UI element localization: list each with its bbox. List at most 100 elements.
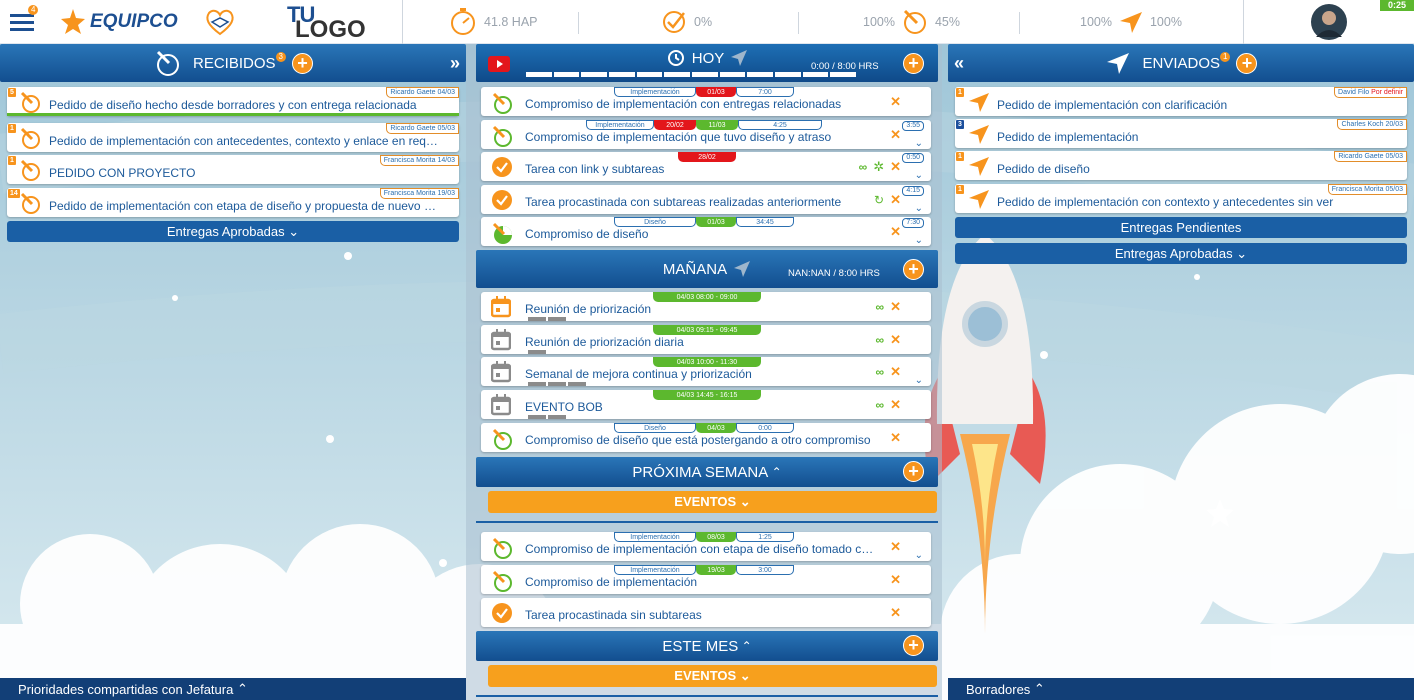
- item-icon-wrap: [491, 91, 515, 118]
- tools-icon[interactable]: ✕: [890, 127, 901, 143]
- enviados-card[interactable]: 3 Charles Koch 20/03 Pedido de implementac…: [955, 119, 1407, 148]
- item-icon: [967, 187, 991, 214]
- tools-icon[interactable]: ✕: [890, 397, 901, 413]
- item-icon-wrap: [491, 536, 515, 563]
- tools-icon[interactable]: ✕: [890, 572, 901, 588]
- enviados-title: ENVIADOS: [1142, 54, 1221, 72]
- link-icon[interactable]: ∞: [876, 365, 885, 379]
- eventos-proxima-button[interactable]: EVENTOS ⌄: [488, 491, 937, 513]
- chevron-down-icon[interactable]: ⌄: [915, 235, 923, 246]
- youtube-icon[interactable]: [488, 56, 510, 74]
- tools-icon[interactable]: ✕: [890, 299, 901, 315]
- recibidos-card[interactable]: 5 Ricardo Gaete 04/03 Pedido de diseño hec…: [7, 87, 459, 116]
- entregas-aprobadas-right[interactable]: Entregas Aprobadas ⌄: [955, 243, 1407, 264]
- add-mes-button[interactable]: +: [903, 635, 924, 656]
- task-card[interactable]: 28/02 Tarea con link y subtareas 0:50 ⌄ ∞ ✲ ✕: [481, 152, 931, 181]
- item-icon: [19, 126, 43, 153]
- task-title: Tarea procastinada con subtareas realiza…: [525, 195, 842, 209]
- brand-logo[interactable]: EQUIPCO: [58, 0, 178, 44]
- count-badge: 1: [8, 156, 16, 165]
- commitment-card[interactable]: Implementación 08/03 1:25 Compromiso de imp…: [481, 532, 931, 561]
- subtask-bars: [528, 317, 566, 321]
- link-icon[interactable]: ∞: [876, 333, 885, 347]
- tools-icon[interactable]: ✕: [890, 94, 901, 110]
- procrastinate-icon[interactable]: ↻: [874, 193, 884, 207]
- event-card[interactable]: 04/03 14:45 - 16:15 EVENTO BOB ∞ ✕: [481, 390, 931, 419]
- tools-icon[interactable]: ✕: [890, 224, 901, 240]
- received-stat[interactable]: 100% 45%: [863, 0, 960, 44]
- expand-right-icon[interactable]: »: [450, 53, 460, 74]
- task-title: Semanal de mejora continua y priorizació…: [525, 367, 752, 381]
- este-mes-header[interactable]: ESTE MES ⌃ +: [476, 631, 938, 661]
- add-recibido-button[interactable]: +: [291, 52, 313, 74]
- event-card[interactable]: 04/03 10:00 - 11:30 Semanal de mejora con…: [481, 357, 931, 386]
- recibidos-item-title: PEDIDO CON PROYECTO: [49, 166, 196, 180]
- tools-icon[interactable]: ✕: [890, 332, 901, 348]
- handshake-icon[interactable]: [203, 0, 237, 44]
- commitment-card[interactable]: Implementación 01/03 7:00 Compromiso de imp…: [481, 87, 931, 116]
- sent-stat[interactable]: 100% 100%: [1080, 0, 1182, 44]
- tools-icon[interactable]: ✕: [890, 539, 901, 555]
- collapse-left-icon[interactable]: «: [954, 53, 964, 74]
- eventos-mes-button[interactable]: EVENTOS ⌄: [488, 665, 937, 687]
- link-icon[interactable]: ∞: [876, 398, 885, 412]
- add-enviado-button[interactable]: +: [1236, 52, 1258, 74]
- event-card[interactable]: 04/03 08:00 - 09:00 Reunión de priorizaci…: [481, 292, 931, 321]
- enviados-card[interactable]: 1 David Filo Por definir Pedido de impleme…: [955, 87, 1407, 116]
- add-manana-button[interactable]: +: [903, 259, 924, 280]
- entregas-pendientes[interactable]: Entregas Pendientes: [955, 217, 1407, 238]
- commitment-card[interactable]: Implementación 19/03 3:00 Compromiso de imp…: [481, 565, 931, 594]
- subtasks-icon[interactable]: ✲: [873, 159, 884, 175]
- tools-icon[interactable]: ✕: [890, 605, 901, 621]
- assignee-tag: Charles Koch 20/03: [1337, 119, 1407, 130]
- enviados-card[interactable]: 1 Francisca Morita 05/03 Pedido de impleme…: [955, 184, 1407, 213]
- tools-icon[interactable]: ✕: [890, 364, 901, 380]
- calendar-icon: [490, 329, 512, 351]
- manana-title: MAÑANA: [662, 260, 728, 278]
- tools-icon[interactable]: ✕: [890, 430, 901, 446]
- recibidos-header: RECIBIDOS 3 + »: [0, 44, 466, 82]
- count-badge: 1: [956, 152, 964, 161]
- item-icon-wrap: [491, 189, 513, 214]
- add-hoy-button[interactable]: +: [903, 53, 924, 74]
- commitment-card[interactable]: Diseño 04/03 0:00 Compromiso de diseño que …: [481, 423, 931, 452]
- task-card[interactable]: Tarea procastinada sin subtareas ✕: [481, 598, 931, 627]
- paper-plane-icon: [969, 157, 989, 176]
- menu-button[interactable]: 4: [8, 0, 39, 44]
- commitment-card[interactable]: Diseño 01/03 34:45 Compromiso de diseño 7:30…: [481, 217, 931, 246]
- commitment-card[interactable]: Implementación 20/02 11/03 4:25 Compromiso d…: [481, 120, 931, 149]
- count-badge: 3: [956, 120, 964, 129]
- link-icon[interactable]: ∞: [876, 300, 885, 314]
- proxima-semana-header[interactable]: PRÓXIMA SEMANA ⌃ +: [476, 457, 938, 487]
- prioridades-footer[interactable]: Prioridades compartidas con Jefatura ⌃: [0, 678, 466, 700]
- type-pill: Diseño: [614, 423, 696, 433]
- assignee-tag: Ricardo Gaete 05/03: [1334, 151, 1407, 162]
- enviados-card[interactable]: 1 Ricardo Gaete 05/03 Pedido de diseño: [955, 151, 1407, 180]
- duration-badge: 7:30: [902, 218, 924, 228]
- entregas-aprobadas-left[interactable]: Entregas Aprobadas ⌄: [7, 221, 459, 242]
- borradores-footer[interactable]: Borradores ⌃: [948, 678, 1414, 700]
- add-proxima-button[interactable]: +: [903, 461, 924, 482]
- recibidos-card[interactable]: 14 Francisca Morita 19/03 Pedido de implem…: [7, 188, 459, 217]
- date-pill: 01/03: [696, 87, 736, 97]
- avatar[interactable]: [1310, 0, 1348, 44]
- task-card[interactable]: Tarea procastinada con subtareas realiza…: [481, 185, 931, 214]
- send-icon: [734, 261, 751, 277]
- completion-stat[interactable]: 0%: [660, 0, 712, 44]
- recibidos-card[interactable]: 1 Ricardo Gaete 05/03 Pedido de implementa…: [7, 123, 459, 152]
- time-pill: 7:00: [736, 87, 794, 97]
- item-icon: [967, 122, 991, 149]
- task-actions: ✕: [890, 572, 901, 588]
- chevron-down-icon[interactable]: ⌄: [915, 170, 923, 181]
- tools-icon[interactable]: ✕: [890, 159, 901, 175]
- link-icon[interactable]: ∞: [859, 160, 868, 174]
- chevron-down-icon[interactable]: ⌄: [915, 375, 923, 386]
- chevron-down-icon[interactable]: ⌄: [915, 550, 923, 561]
- hap-stat[interactable]: 41.8 HAP: [448, 0, 538, 44]
- chevron-down-icon[interactable]: ⌄: [915, 138, 923, 149]
- event-card[interactable]: 04/03 09:15 - 09:45 Reunión de priorizaci…: [481, 325, 931, 354]
- recibidos-card[interactable]: 1 Francisca Morita 14/03 PEDIDO CON PROYEC…: [7, 155, 459, 184]
- event-time-pill: 04/03 10:00 - 11:30: [653, 357, 761, 367]
- tools-icon[interactable]: ✕: [890, 192, 901, 208]
- chevron-down-icon[interactable]: ⌄: [915, 203, 923, 214]
